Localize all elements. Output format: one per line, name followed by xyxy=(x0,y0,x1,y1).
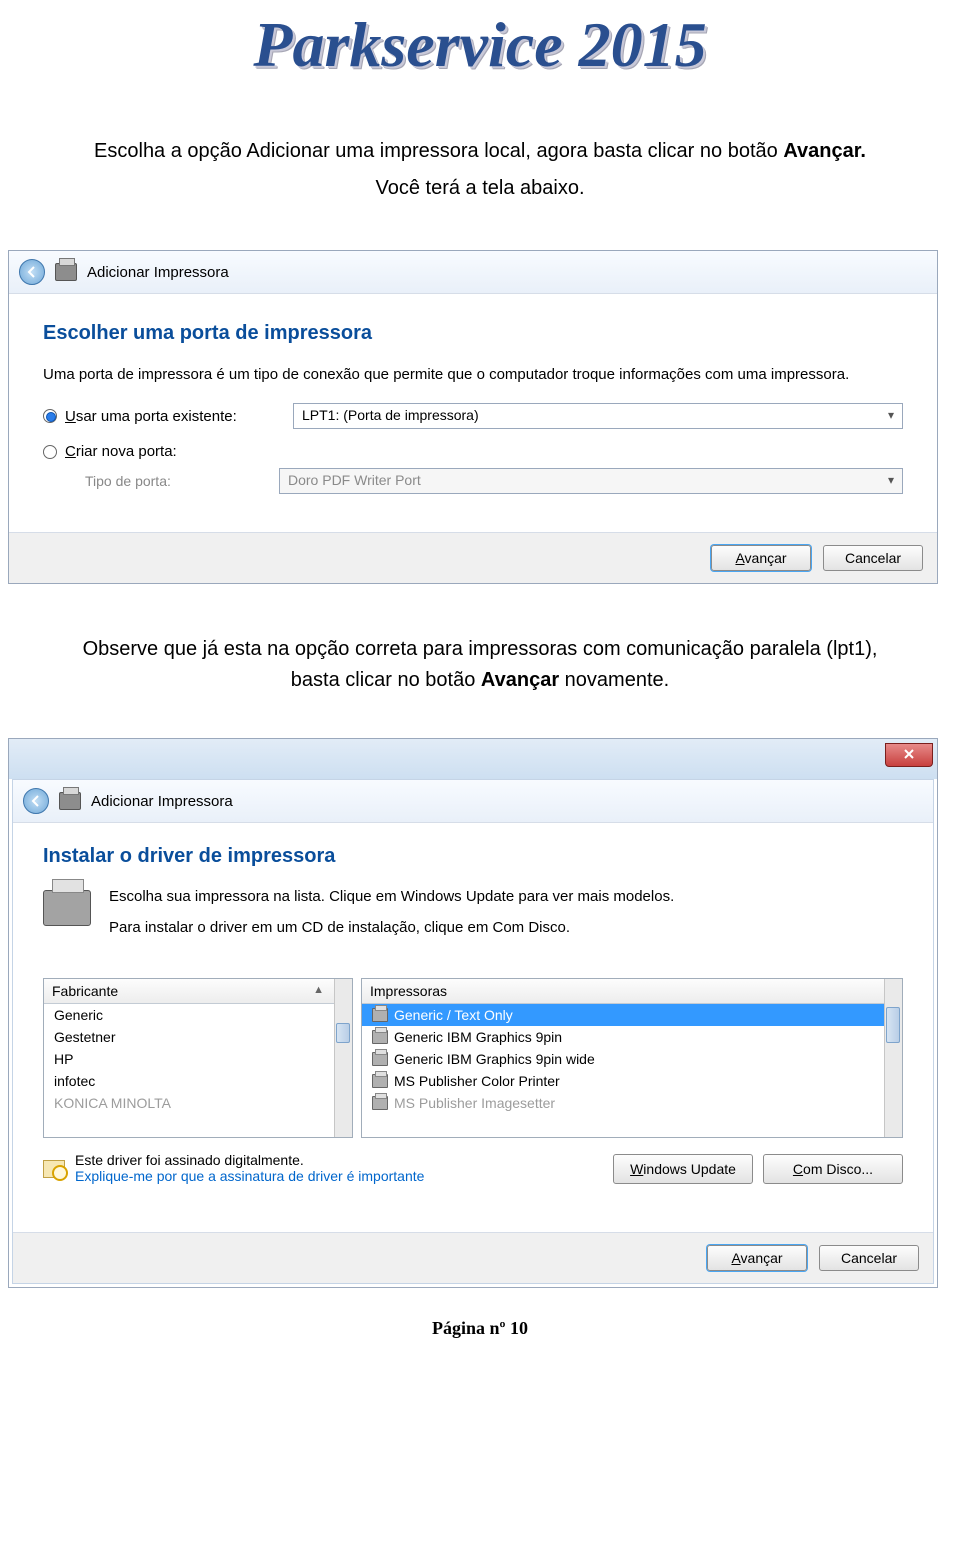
sort-icon: ▲ xyxy=(313,984,324,996)
next-button[interactable]: Avançar xyxy=(711,545,811,571)
section-description: Uma porta de impressora é um tipo de con… xyxy=(43,365,903,385)
dialog-title: Adicionar Impressora xyxy=(87,264,229,281)
dialog-footer: Avançar Cancelar xyxy=(13,1232,933,1283)
add-printer-dialog-port: Adicionar Impressora Escolher uma porta … xyxy=(8,250,938,584)
close-icon xyxy=(903,748,915,760)
printer-item-icon xyxy=(372,1030,388,1044)
radio-new-label: Criar nova porta: xyxy=(65,443,285,460)
dialog-header: Adicionar Impressora xyxy=(13,780,933,823)
next-button[interactable]: Avançar xyxy=(707,1245,807,1271)
dialog-header: Adicionar Impressora xyxy=(9,251,937,294)
printer-icon xyxy=(55,263,77,281)
certificate-icon xyxy=(43,1160,65,1178)
mid-text-b: Avançar xyxy=(481,669,559,691)
item-label: Generic / Text Only xyxy=(394,1007,513,1023)
dialog-footer: Avançar Cancelar xyxy=(9,532,937,583)
list-item[interactable]: KONICA MINOLTA xyxy=(44,1092,352,1114)
mid-text-c: novamente. xyxy=(559,669,669,691)
signature-row: Este driver foi assinado digitalmente. E… xyxy=(43,1152,903,1186)
scrollbar[interactable] xyxy=(334,979,352,1137)
dialog-title: Adicionar Impressora xyxy=(91,793,233,810)
have-disk-button[interactable]: Com Disco... xyxy=(763,1154,903,1184)
cancel-button[interactable]: Cancelar xyxy=(819,1245,919,1271)
maker-items: Generic Gestetner HP infotec KONICA MINO… xyxy=(44,1004,352,1114)
list-item[interactable]: Generic / Text Only xyxy=(362,1004,902,1026)
scroll-thumb[interactable] xyxy=(336,1023,350,1043)
radio-existing-label: Usar uma porta existente: xyxy=(65,408,285,425)
port-type-dropdown: Doro PDF Writer Port xyxy=(279,468,903,494)
arrow-left-icon xyxy=(29,794,43,808)
desc-1: Escolha sua impressora na lista. Clique … xyxy=(109,888,674,905)
scrollbar[interactable] xyxy=(884,979,902,1137)
radio-existing-port[interactable] xyxy=(43,409,57,423)
list-header-maker[interactable]: Fabricante ▲ xyxy=(44,979,352,1004)
list-item[interactable]: Generic xyxy=(44,1004,352,1026)
existing-port-dropdown[interactable]: LPT1: (Porta de impressora) xyxy=(293,403,903,429)
item-label: MS Publisher Imagesetter xyxy=(394,1095,555,1111)
page-title: Parkservice 2015 xyxy=(0,8,960,82)
printer-large-icon xyxy=(43,890,91,926)
radio-new-port[interactable] xyxy=(43,445,57,459)
printer-item-icon xyxy=(372,1074,388,1088)
arrow-left-icon xyxy=(25,265,39,279)
port-type-label: Tipo de porta: xyxy=(85,473,271,489)
mid-text-a: basta clicar no botão xyxy=(291,669,481,691)
signature-text-col: Este driver foi assinado digitalmente. E… xyxy=(75,1152,603,1186)
item-label: MS Publisher Color Printer xyxy=(394,1073,560,1089)
option-new-port-row: Criar nova porta: xyxy=(43,443,903,460)
intro-line-1: Escolha a opção Adicionar uma impressora… xyxy=(18,136,942,167)
windows-update-button[interactable]: Windows Update xyxy=(613,1154,753,1184)
col-printer-label: Impressoras xyxy=(370,983,447,999)
scroll-thumb[interactable] xyxy=(886,1007,900,1043)
printer-icon xyxy=(59,792,81,810)
printer-item-icon xyxy=(372,1096,388,1110)
list-item[interactable]: MS Publisher Imagesetter xyxy=(362,1092,902,1114)
desc-2: Para instalar o driver em um CD de insta… xyxy=(109,919,674,936)
item-label: Generic IBM Graphics 9pin xyxy=(394,1029,562,1045)
list-item[interactable]: infotec xyxy=(44,1070,352,1092)
printer-item-icon xyxy=(372,1008,388,1022)
intro-line-2: Você terá a tela abaixo. xyxy=(18,177,942,200)
list-header-printer[interactable]: Impressoras xyxy=(362,979,902,1004)
signature-buttons: Windows Update Com Disco... xyxy=(613,1154,903,1184)
manufacturer-list[interactable]: Fabricante ▲ Generic Gestetner HP infote… xyxy=(43,978,353,1138)
mid-line-1: Observe que já esta na opção correta par… xyxy=(14,634,946,665)
back-button[interactable] xyxy=(19,259,45,285)
title-bar xyxy=(9,739,937,779)
lists-row: Fabricante ▲ Generic Gestetner HP infote… xyxy=(43,978,903,1138)
list-item[interactable]: Gestetner xyxy=(44,1026,352,1048)
signature-link[interactable]: Explique-me por que a assinatura de driv… xyxy=(75,1168,424,1184)
mid-line-2: basta clicar no botão Avançar novamente. xyxy=(14,669,946,692)
printer-list[interactable]: Impressoras Generic / Text Only Generic … xyxy=(361,978,903,1138)
dialog-body: Escolher uma porta de impressora Uma por… xyxy=(9,294,937,532)
section-title: Escolher uma porta de impressora xyxy=(43,322,903,345)
add-printer-dialog-driver: Adicionar Impressora Instalar o driver d… xyxy=(8,738,938,1288)
printer-item-icon xyxy=(372,1052,388,1066)
dialog-body: Instalar o driver de impressora Escolha … xyxy=(13,823,933,1232)
back-button[interactable] xyxy=(23,788,49,814)
item-label: Generic IBM Graphics 9pin wide xyxy=(394,1051,595,1067)
list-item[interactable]: MS Publisher Color Printer xyxy=(362,1070,902,1092)
page-number: Página nº 10 xyxy=(0,1318,960,1339)
dialog-inner: Adicionar Impressora Instalar o driver d… xyxy=(12,779,934,1284)
section-title: Instalar o driver de impressora xyxy=(43,845,903,868)
intro-text-b: Avançar. xyxy=(783,140,866,162)
close-button[interactable] xyxy=(885,743,933,767)
option-existing-port-row: Usar uma porta existente: LPT1: (Porta d… xyxy=(43,403,903,429)
list-item[interactable]: HP xyxy=(44,1048,352,1070)
list-item[interactable]: Generic IBM Graphics 9pin xyxy=(362,1026,902,1048)
description-row: Escolha sua impressora na lista. Clique … xyxy=(43,888,903,950)
cancel-button[interactable]: Cancelar xyxy=(823,545,923,571)
list-item[interactable]: Generic IBM Graphics 9pin wide xyxy=(362,1048,902,1070)
printer-items: Generic / Text Only Generic IBM Graphics… xyxy=(362,1004,902,1114)
port-type-row: Tipo de porta: Doro PDF Writer Port xyxy=(43,468,903,494)
col-maker-label: Fabricante xyxy=(52,983,118,999)
signed-text: Este driver foi assinado digitalmente. xyxy=(75,1152,603,1168)
intro-text-a: Escolha a opção Adicionar uma impressora… xyxy=(94,140,783,162)
